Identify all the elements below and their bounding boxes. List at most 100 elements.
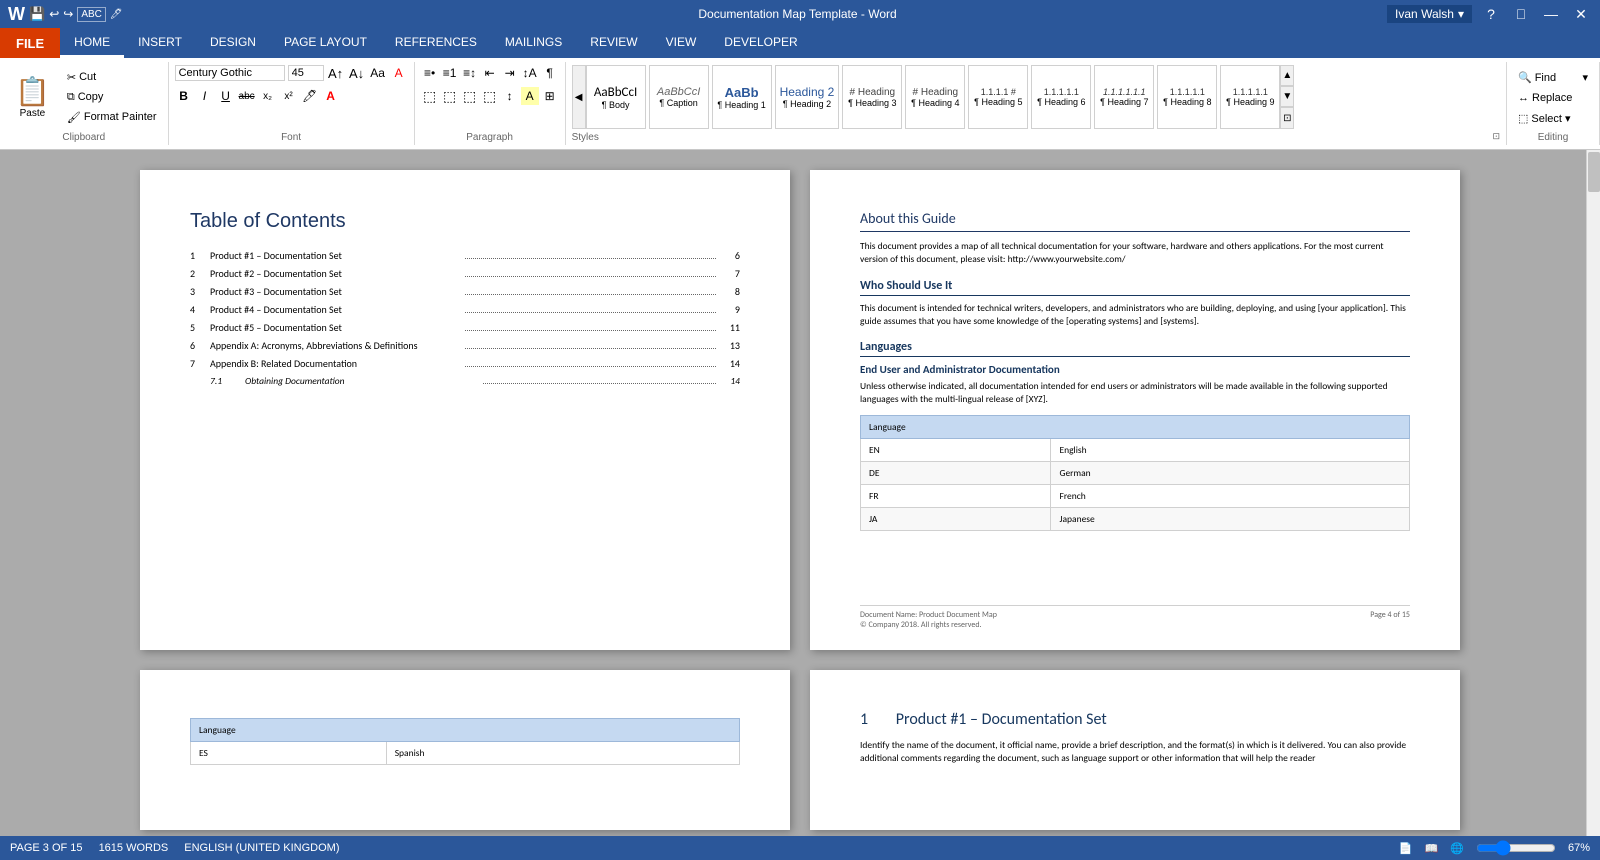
font-family-input[interactable] <box>175 65 285 81</box>
line-spacing-button[interactable]: ↕ <box>501 87 519 105</box>
styles-scroll-left[interactable]: ◀ <box>572 65 586 129</box>
redo-icon[interactable]: ↪ <box>63 7 73 21</box>
caption-preview: AaBbCcI <box>657 86 700 98</box>
help-icon[interactable]: ? <box>1480 3 1502 25</box>
copy-button[interactable]: ⧉ Copy <box>62 88 162 107</box>
styles-scroll-down[interactable]: ▼ <box>1280 86 1294 107</box>
font-shrink-button[interactable]: A↓ <box>348 64 366 82</box>
text-effects-button[interactable]: A <box>390 64 408 82</box>
lang-name-ja: Japanese <box>1051 507 1410 530</box>
tab-page-layout[interactable]: PAGE LAYOUT <box>270 28 381 58</box>
style-heading3[interactable]: # Heading ¶ Heading 3 <box>842 65 902 129</box>
italic-button[interactable]: I <box>196 87 214 105</box>
strikethrough-button[interactable]: abc <box>238 87 256 105</box>
h7-preview: 1.1.1.1.1.1 <box>1103 87 1146 97</box>
replace-icon: ↔ <box>1518 92 1529 104</box>
paste-button[interactable]: 📋 Paste <box>6 70 59 124</box>
multilevel-list-button[interactable]: ≡↕ <box>461 64 479 82</box>
h5-label: ¶ Heading 5 <box>974 97 1022 107</box>
scrollbar-thumb[interactable] <box>1588 152 1600 192</box>
align-right-button[interactable]: ⬚ <box>461 87 479 105</box>
user-account[interactable]: Ivan Walsh ▾ <box>1387 5 1472 23</box>
view-mode-print[interactable]: 📄 <box>1399 842 1413 855</box>
h9-preview: 1.1.1.1.1 <box>1233 87 1268 97</box>
style-body[interactable]: AaBbCcI ¶ Body <box>586 65 646 129</box>
replace-button[interactable]: ↔ Replace <box>1513 89 1593 107</box>
clear-format-button[interactable]: Aa <box>369 64 387 82</box>
minimize-icon[interactable]: — <box>1540 3 1562 25</box>
tab-review[interactable]: REVIEW <box>576 28 651 58</box>
customize-icon[interactable]: 🖊 <box>110 9 123 20</box>
superscript-button[interactable]: x² <box>280 87 298 105</box>
restore-icon[interactable]: ⎕ <box>1510 3 1532 25</box>
style-heading5[interactable]: 1.1.1.1 # ¶ Heading 5 <box>968 65 1028 129</box>
select-icon: ⬚ <box>1518 112 1528 125</box>
tab-insert[interactable]: INSERT <box>124 28 196 58</box>
zoom-slider[interactable] <box>1476 840 1556 856</box>
lang-table-continued: Language ES Spanish <box>190 718 740 765</box>
style-heading1[interactable]: AaBb ¶ Heading 1 <box>712 65 772 129</box>
footer-doc-name: Document Name: Product Document Map <box>860 610 997 620</box>
tab-mailings[interactable]: MAILINGS <box>491 28 576 58</box>
styles-scroll-up[interactable]: ▲ <box>1280 65 1294 86</box>
find-button[interactable]: 🔍 Find ▾ <box>1513 68 1593 87</box>
tab-view[interactable]: VIEW <box>652 28 711 58</box>
align-left-button[interactable]: ⬚ <box>421 87 439 105</box>
cut-icon: ✂ <box>67 71 76 84</box>
view-mode-web[interactable]: 🌐 <box>1450 842 1464 855</box>
style-heading8[interactable]: 1.1.1.1.1 ¶ Heading 8 <box>1157 65 1217 129</box>
h8-preview: 1.1.1.1.1 <box>1170 87 1205 97</box>
tab-references[interactable]: REFERENCES <box>381 28 491 58</box>
tab-developer[interactable]: DEVELOPER <box>710 28 811 58</box>
style-heading9[interactable]: 1.1.1.1.1 ¶ Heading 9 <box>1220 65 1280 129</box>
tab-file[interactable]: FILE <box>0 28 60 58</box>
spelling-icon[interactable]: ABC <box>77 7 106 22</box>
style-heading2[interactable]: Heading 2 ¶ Heading 2 <box>775 65 840 129</box>
style-heading7[interactable]: 1.1.1.1.1.1 ¶ Heading 7 <box>1094 65 1154 129</box>
view-mode-read[interactable]: 📖 <box>1425 842 1439 855</box>
format-painter-button[interactable]: 🖌 Format Painter <box>62 108 162 127</box>
language-indicator[interactable]: ENGLISH (UNITED KINGDOM) <box>184 842 339 854</box>
bullets-button[interactable]: ≡• <box>421 64 439 82</box>
vertical-scrollbar[interactable] <box>1586 150 1600 836</box>
undo-icon[interactable]: ↩ <box>49 7 59 21</box>
font-label: Font <box>175 130 408 143</box>
close-icon[interactable]: ✕ <box>1570 3 1592 25</box>
word-logo-icon: W <box>8 4 25 25</box>
font-grow-button[interactable]: A↑ <box>327 64 345 82</box>
bold-button[interactable]: B <box>175 87 193 105</box>
paste-icon: 📋 <box>15 75 50 108</box>
style-heading4[interactable]: # Heading ¶ Heading 4 <box>905 65 965 129</box>
style-heading6[interactable]: 1.1.1.1.1 ¶ Heading 6 <box>1031 65 1091 129</box>
style-caption[interactable]: AaBbCcI ¶ Caption <box>649 65 709 129</box>
word-count: 1615 WORDS <box>99 842 169 854</box>
toc-title: Table of Contents <box>190 210 740 233</box>
decrease-indent-button[interactable]: ⇤ <box>481 64 499 82</box>
h5-preview: 1.1.1.1 # <box>981 87 1016 97</box>
increase-indent-button[interactable]: ⇥ <box>501 64 519 82</box>
page-toc: Table of Contents 1 Product #1 – Documen… <box>140 170 790 650</box>
underline-button[interactable]: U <box>217 87 235 105</box>
align-center-button[interactable]: ⬚ <box>441 87 459 105</box>
justify-button[interactable]: ⬚ <box>481 87 499 105</box>
save-icon[interactable]: 💾 <box>29 6 45 22</box>
numbering-button[interactable]: ≡1 <box>441 64 459 82</box>
lang-text: Unless otherwise indicated, all document… <box>860 380 1410 407</box>
show-marks-button[interactable]: ¶ <box>541 64 559 82</box>
h1-label: ¶ Heading 1 <box>717 100 765 110</box>
cut-button[interactable]: ✂ Cut <box>62 68 162 87</box>
select-button[interactable]: ⬚ Select ▾ <box>1513 109 1593 128</box>
sort-button[interactable]: ↕A <box>521 64 539 82</box>
styles-expand[interactable]: ⊡ <box>1280 107 1294 129</box>
borders-button[interactable]: ⊞ <box>541 87 559 105</box>
shading-button[interactable]: A <box>521 87 539 105</box>
tab-home[interactable]: HOME <box>60 28 124 58</box>
subscript-button[interactable]: x₂ <box>259 87 277 105</box>
styles-gallery: AaBbCcI ¶ Body AaBbCcI ¶ Caption AaBb ¶ … <box>586 64 1281 130</box>
tab-design[interactable]: DESIGN <box>196 28 270 58</box>
font-size-input[interactable] <box>288 65 324 81</box>
about-title: About this Guide <box>860 210 1410 232</box>
highlight-button[interactable]: 🖊 <box>301 87 319 105</box>
styles-dialog-launcher[interactable]: ⊡ <box>1492 131 1500 142</box>
font-color-button[interactable]: A <box>322 87 340 105</box>
